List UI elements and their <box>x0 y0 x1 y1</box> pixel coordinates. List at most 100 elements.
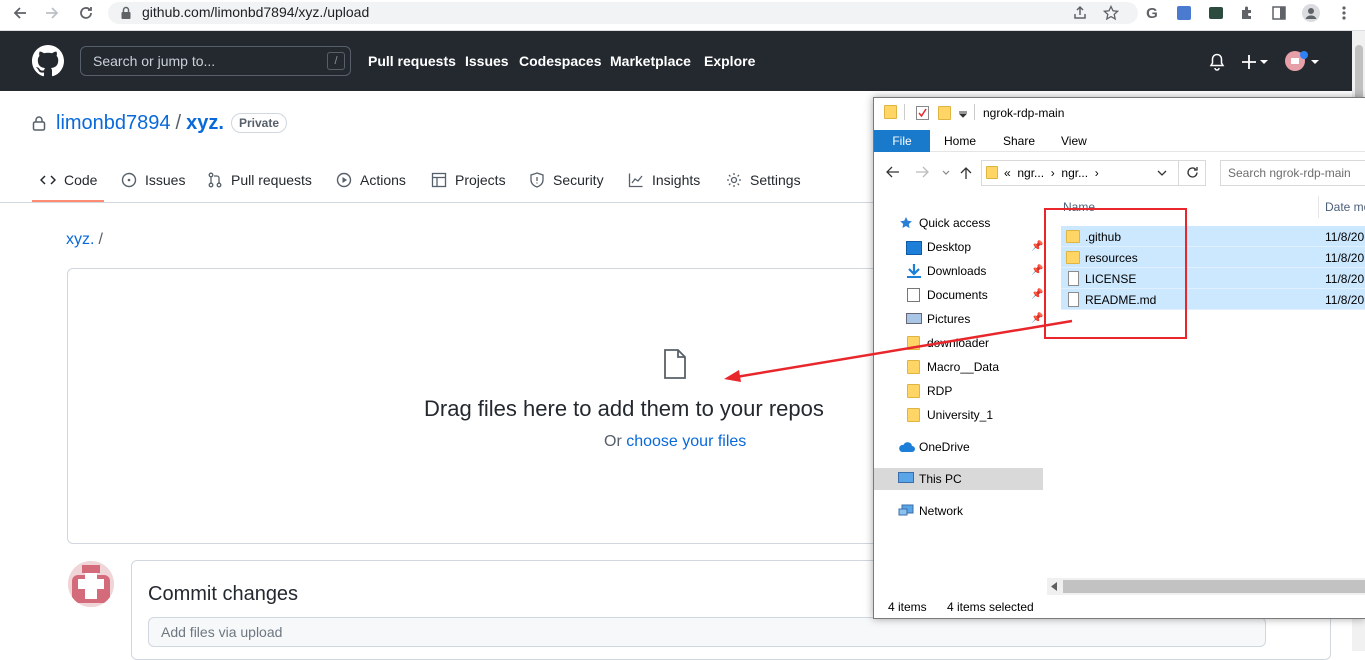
breadcrumb-separator: / <box>98 231 103 248</box>
graph-icon <box>628 173 643 188</box>
nav-explore[interactable]: Explore <box>704 53 755 69</box>
address-sep-1[interactable]: › <box>1051 166 1055 180</box>
nav-folder-downloader[interactable]: downloader <box>927 333 989 353</box>
pull-request-icon <box>208 172 222 188</box>
nav-pictures[interactable]: Pictures <box>927 309 970 329</box>
issue-icon <box>121 172 137 188</box>
tab-label: Issues <box>145 172 186 188</box>
nav-onedrive[interactable]: OneDrive <box>919 437 970 457</box>
selected-tab-underline <box>32 200 104 202</box>
nav-marketplace[interactable]: Marketplace <box>610 53 691 69</box>
nav-folder-macro-data[interactable]: Macro__Data <box>927 357 999 377</box>
bookmark-star-icon[interactable] <box>1101 3 1121 23</box>
horizontal-scroll-thumb[interactable] <box>1063 580 1365 593</box>
tab-pull-requests[interactable]: Pull requests <box>207 170 312 190</box>
search-placeholder: Search or jump to... <box>93 53 216 69</box>
table-icon <box>431 172 447 188</box>
this-pc-monitor-icon <box>898 472 914 483</box>
nav-desktop[interactable]: Desktop <box>927 237 971 257</box>
nav-network[interactable]: Network <box>919 501 963 521</box>
nav-downloads[interactable]: Downloads <box>927 261 986 281</box>
kebab-menu-icon[interactable] <box>1334 3 1354 23</box>
tab-label: Insights <box>652 172 701 188</box>
github-logo-icon[interactable] <box>32 45 64 77</box>
profile-icon[interactable] <box>1301 3 1321 23</box>
repo-owner-link[interactable]: limonbd7894 <box>56 112 171 134</box>
nav-documents[interactable]: Documents <box>927 285 988 305</box>
side-panel-icon[interactable] <box>1269 3 1289 23</box>
reload-icon[interactable] <box>76 3 96 23</box>
tab-issues[interactable]: Issues <box>121 170 185 190</box>
tab-settings[interactable]: Settings <box>726 170 801 190</box>
tab-code[interactable]: Code <box>40 170 97 190</box>
browser-toolbar: github.com/limonbd7894/xyz./upload G <box>0 0 1365 31</box>
page-scrollbar-thumb[interactable] <box>1355 45 1363 105</box>
puzzle-extensions-icon[interactable] <box>1237 3 1257 23</box>
nav-issues[interactable]: Issues <box>465 53 509 69</box>
annotation-highlight-box <box>1044 208 1187 339</box>
scroll-left-arrow-icon[interactable] <box>1051 582 1058 591</box>
column-divider[interactable] <box>1318 196 1319 218</box>
address-part-2[interactable]: ngr... <box>1061 166 1088 180</box>
choose-your-files-link[interactable]: choose your files <box>626 433 746 450</box>
share-icon[interactable] <box>1070 3 1090 23</box>
nav-folder-university[interactable]: University_1 <box>927 405 993 425</box>
private-badge: Private <box>231 113 288 133</box>
commit-message-input[interactable]: Add files via upload <box>148 617 1266 647</box>
quick-toolbar-dropdown-icon[interactable] <box>959 110 967 118</box>
tab-actions[interactable]: Actions <box>336 170 406 190</box>
up-folder-icon[interactable] <box>960 166 972 180</box>
address-overflow[interactable]: « <box>1004 166 1011 180</box>
address-dropdown-icon[interactable] <box>1157 170 1167 176</box>
ribbon-home-tab[interactable]: Home <box>944 134 976 148</box>
slash-shortcut-key: / <box>327 52 345 70</box>
file-date: 11/8/20 <box>1325 230 1365 244</box>
bell-icon[interactable] <box>1209 53 1225 71</box>
github-search-input[interactable]: Search or jump to... / <box>80 46 351 76</box>
back-arrow-icon[interactable] <box>10 3 30 23</box>
explorer-forward-icon[interactable] <box>915 166 929 178</box>
ribbon-share-tab[interactable]: Share <box>1003 134 1035 148</box>
folder-icon <box>884 105 897 119</box>
address-part-1[interactable]: ngr... <box>1017 166 1044 180</box>
repo-name-link[interactable]: xyz. <box>186 112 224 134</box>
tab-insights[interactable]: Insights <box>628 170 700 190</box>
ribbon-view-tab[interactable]: View <box>1061 134 1087 148</box>
tab-projects[interactable]: Projects <box>431 170 506 190</box>
tab-label: Projects <box>455 172 506 188</box>
documents-icon <box>907 288 920 302</box>
nav-this-pc[interactable]: This PC <box>919 469 962 489</box>
forward-arrow-icon[interactable] <box>42 3 62 23</box>
github-header: Search or jump to... / Pull requests Iss… <box>0 31 1352 91</box>
ribbon-file-tab[interactable]: File <box>874 130 930 152</box>
extension-dark-icon[interactable] <box>1206 3 1226 23</box>
grammarly-extension-icon[interactable]: G <box>1142 3 1162 23</box>
nav-folder-rdp[interactable]: RDP <box>927 381 952 401</box>
nav-pull-requests[interactable]: Pull requests <box>368 53 456 69</box>
breadcrumb-repo-link[interactable]: xyz. <box>66 231 94 248</box>
nav-quick-access[interactable]: Quick access <box>919 213 990 233</box>
explorer-search-placeholder: Search ngrok-rdp-main <box>1228 166 1351 180</box>
explorer-back-icon[interactable] <box>886 166 900 178</box>
recent-locations-chevron-icon[interactable] <box>942 170 950 175</box>
star-icon <box>899 216 915 230</box>
tab-security[interactable]: Security <box>529 170 604 190</box>
address-sep-2[interactable]: › <box>1095 166 1099 180</box>
nav-codespaces[interactable]: Codespaces <box>519 53 601 69</box>
new-folder-icon[interactable] <box>938 106 951 120</box>
user-avatar-menu-icon[interactable] <box>1285 50 1319 72</box>
avatar <box>68 561 114 607</box>
title-divider <box>974 104 975 120</box>
refresh-icon[interactable] <box>1186 166 1199 179</box>
tab-label: Security <box>553 172 604 188</box>
choose-files-prompt: Or choose your files <box>604 433 746 451</box>
extension-blue-icon[interactable] <box>1174 3 1194 23</box>
pin-icon: 📌 <box>1031 313 1044 324</box>
tab-label: Actions <box>360 172 406 188</box>
breadcrumb: xyz. / <box>66 231 103 249</box>
plus-create-icon[interactable] <box>1242 54 1268 70</box>
repo-lock-icon <box>32 115 46 131</box>
pictures-icon <box>906 313 922 324</box>
column-header-date[interactable]: Date mo <box>1325 200 1365 214</box>
properties-icon[interactable] <box>916 106 929 120</box>
